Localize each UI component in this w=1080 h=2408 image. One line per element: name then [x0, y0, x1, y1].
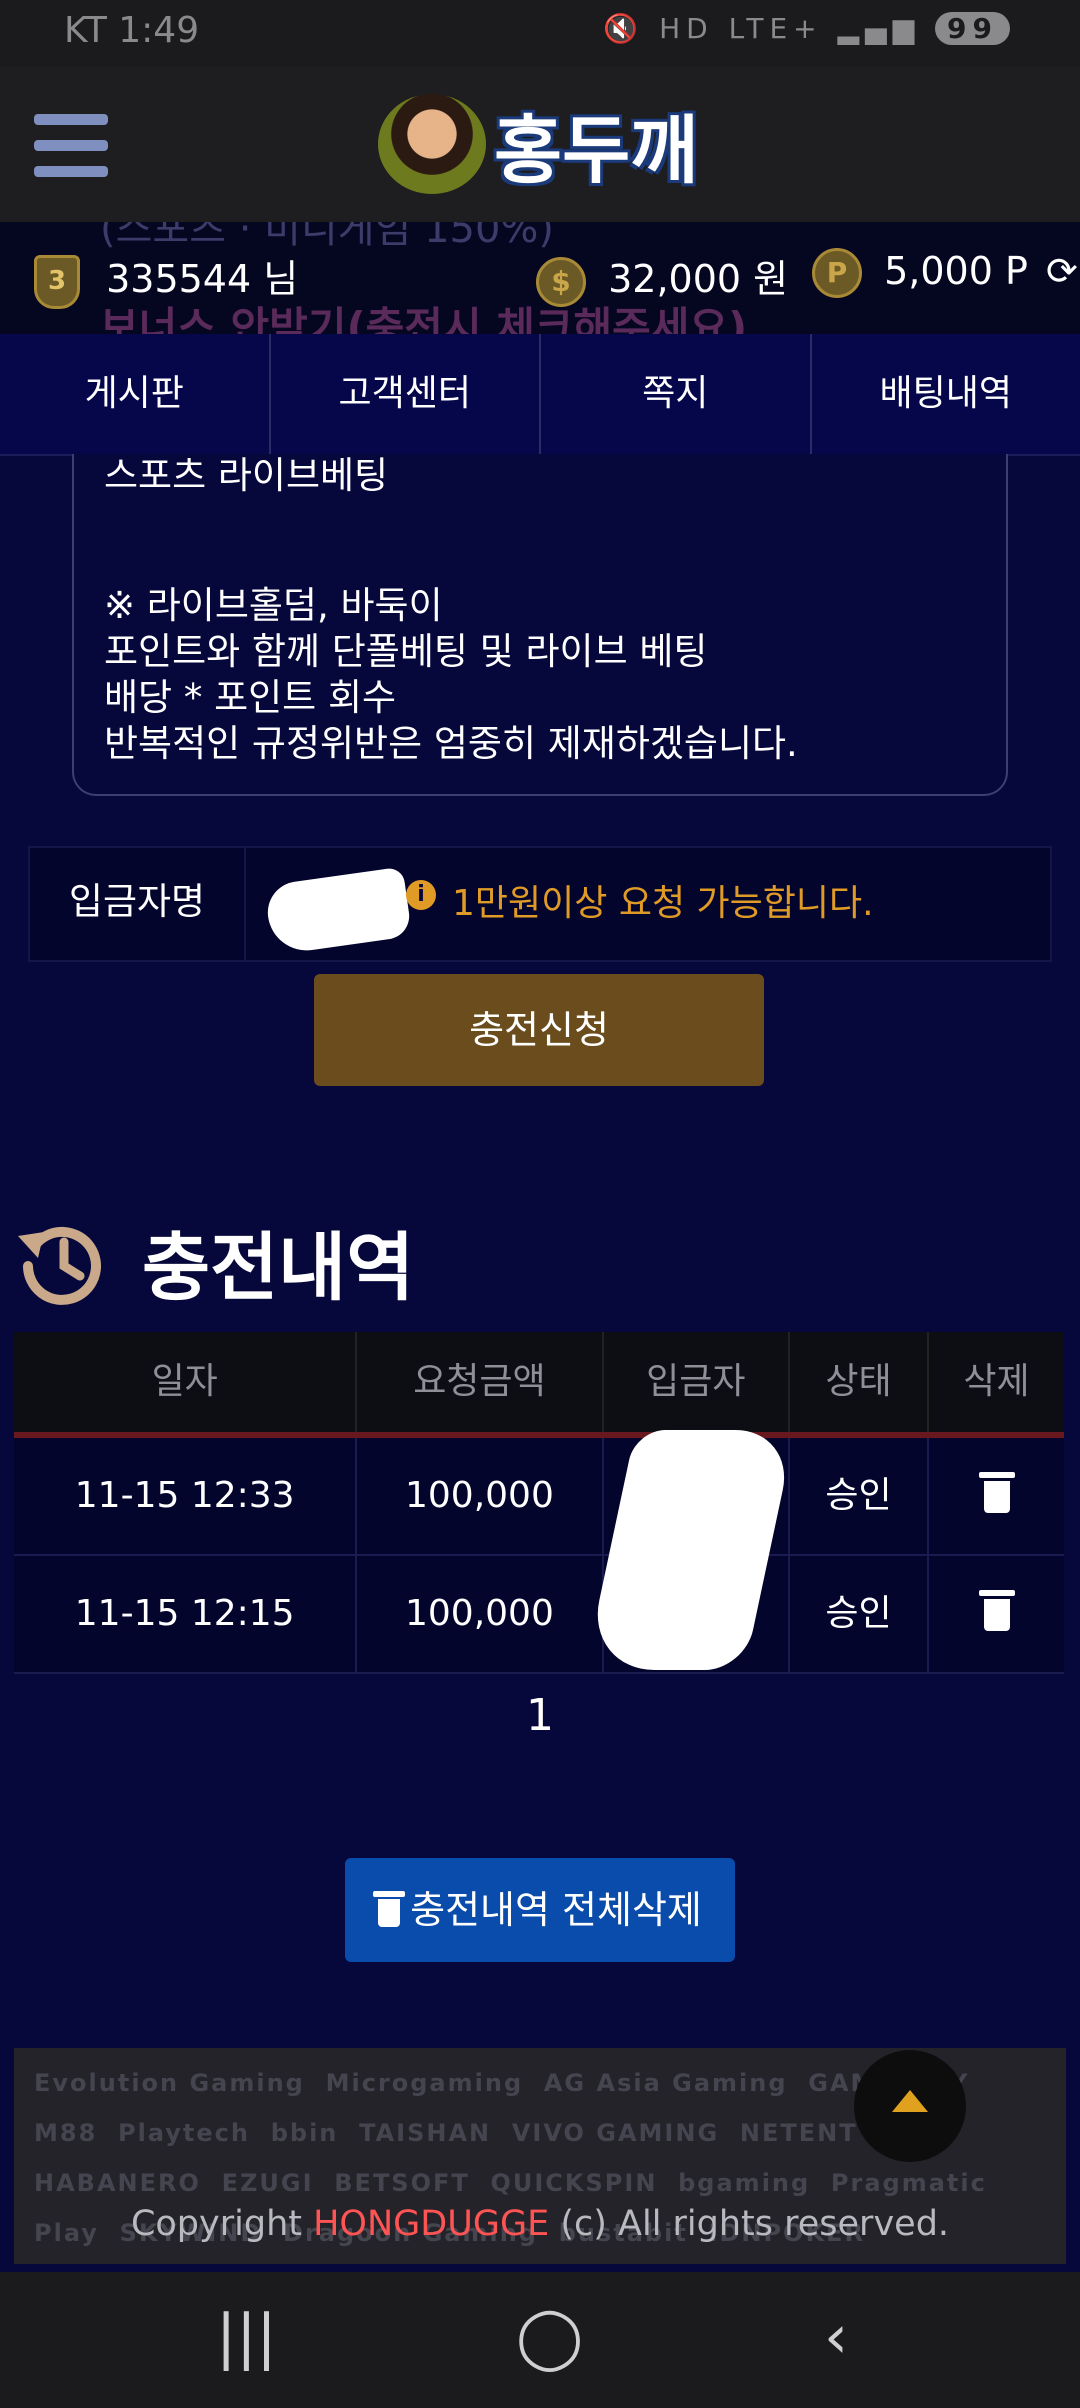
deposit-note: 1만원이상 요청 가능합니다. — [452, 883, 874, 924]
row-delete-button[interactable] — [929, 1556, 1064, 1672]
refresh-icon[interactable]: ⟳ — [1046, 249, 1078, 293]
charge-request-button[interactable]: 충전신청 — [314, 974, 764, 1086]
notice-line: 배당 * 포인트 회수 — [104, 676, 397, 719]
site-logo[interactable]: 홍두깨 — [378, 94, 698, 194]
home-icon[interactable]: ◯ — [516, 2302, 583, 2372]
battery-icon: 99 — [935, 12, 1010, 45]
history-table: 일자 요청금액 입금자 상태 삭제 11-15 12:33 100,000 승인… — [14, 1332, 1064, 1674]
status-time: KT 1:49 — [64, 10, 200, 51]
status-icons: 🔇 HD LTE+ ▂▄▆ 99 — [603, 12, 1010, 45]
depositor-label: 입금자명 — [30, 848, 246, 960]
col-status: 상태 — [790, 1332, 930, 1432]
partner-logo: Evolution Gaming — [34, 2069, 305, 2097]
partner-logo: Playtech — [118, 2119, 250, 2147]
row-status: 승인 — [790, 1556, 930, 1672]
row-status: 승인 — [790, 1438, 930, 1554]
row-date: 11-15 12:33 — [14, 1438, 358, 1554]
mute-icon: 🔇 — [603, 12, 645, 45]
row-amount: 100,000 — [357, 1556, 604, 1672]
table-row: 11-15 12:15 100,000 승인 — [14, 1556, 1064, 1674]
username: 335544 님 — [106, 257, 299, 301]
history-icon — [18, 1226, 101, 1305]
tab-messages[interactable]: 쪽지 — [541, 334, 812, 454]
nav-tabs: 게시판 고객센터 쪽지 배팅내역 — [0, 334, 1080, 456]
trash-icon — [978, 1590, 1015, 1631]
tab-customer-center[interactable]: 고객센터 — [271, 334, 541, 454]
delete-all-label: 충전내역 전체삭제 — [410, 1888, 702, 1932]
notice-line: 스포츠 라이브베팅 — [104, 454, 389, 497]
delete-all-history-button[interactable]: 충전내역 전체삭제 — [345, 1858, 735, 1962]
lte-icon: LTE+ — [728, 12, 823, 45]
user-row: 3 335544 님 $ 32,000 원 P 5,000 P ⟳ — [0, 244, 1080, 314]
col-amount: 요청금액 — [357, 1332, 604, 1432]
table-row: 11-15 12:33 100,000 승인 — [14, 1438, 1064, 1556]
scroll-to-top-button[interactable] — [854, 2050, 966, 2162]
row-amount: 100,000 — [357, 1438, 604, 1554]
partner-logo: VIVO GAMING — [511, 2119, 720, 2147]
notice-line: ※ 라이브홀덤, 바둑이 — [104, 584, 443, 627]
logo-text: 홍두깨 — [494, 107, 699, 194]
partner-logo: NETENT — [739, 2119, 858, 2147]
partner-logo: AG Asia Gaming — [543, 2069, 788, 2097]
partner-logo: Microgaming — [325, 2069, 524, 2097]
row-date: 11-15 12:15 — [14, 1556, 358, 1672]
hd-icon: HD — [659, 12, 714, 45]
tab-betting-history[interactable]: 배팅내역 — [812, 334, 1080, 454]
notice-line: 포인트와 함께 단폴베팅 및 라이브 베팅 — [104, 630, 708, 673]
money-coin-icon: $ — [536, 256, 586, 307]
col-depositor: 입금자 — [604, 1332, 791, 1432]
partner-logo: bgaming — [678, 2169, 811, 2197]
partner-logo: QUICKSPIN — [490, 2169, 658, 2197]
system-nav-bar: ||| ◯ ‹ — [0, 2272, 1080, 2408]
notice-box: 스포츠 라이브베팅 ※ 라이브홀덤, 바둑이 포인트와 함께 단폴베팅 및 라이… — [72, 454, 1008, 796]
menu-icon[interactable] — [34, 114, 108, 178]
money-balance: 32,000 원 — [608, 257, 789, 301]
point-coin-icon: P — [812, 248, 862, 298]
trash-icon — [978, 1472, 1015, 1513]
mascot-icon — [378, 94, 486, 194]
history-title: 충전내역 — [142, 1225, 415, 1311]
user-info-bar: (스포츠 · 미니게임 150%) 보너스 안받기(충전시 체크해주세요) 3 … — [0, 222, 1080, 334]
partner-logo: BETSOFT — [334, 2169, 470, 2197]
signal-icon: ▂▄▆ — [837, 12, 921, 45]
notice-line: 반복적인 규정위반은 엄중히 제재하겠습니다. — [104, 722, 798, 765]
partner-logo: TAISHAN — [359, 2119, 492, 2147]
point-balance: 5,000 P — [884, 248, 1028, 293]
partner-logo: M88 — [34, 2119, 98, 2147]
row-delete-button[interactable] — [929, 1438, 1064, 1554]
app-header: 홍두깨 — [0, 66, 1080, 222]
table-header: 일자 요청금액 입금자 상태 삭제 — [14, 1332, 1064, 1438]
col-date: 일자 — [14, 1332, 358, 1432]
level-badge-icon: 3 — [34, 254, 80, 309]
status-bar: KT 1:49 🔇 HD LTE+ ▂▄▆ 99 — [0, 0, 1080, 66]
trash-icon — [373, 1890, 406, 1927]
partner-logo: EZUGI — [221, 2169, 314, 2197]
copyright: Copyright HONGDUGGE (c) All rights reser… — [130, 2204, 950, 2244]
partner-logo: bbin — [270, 2119, 339, 2147]
back-icon[interactable]: ‹ — [824, 2302, 848, 2372]
partner-logo: HABANERO — [34, 2169, 201, 2197]
col-delete: 삭제 — [963, 1361, 1030, 1402]
brand-name: HONGDUGGE — [313, 2204, 550, 2244]
info-icon: i — [406, 880, 436, 910]
recent-apps-icon[interactable]: ||| — [216, 2302, 277, 2372]
pagination-current[interactable]: 1 — [0, 1690, 1080, 1741]
tab-board[interactable]: 게시판 — [0, 334, 271, 454]
